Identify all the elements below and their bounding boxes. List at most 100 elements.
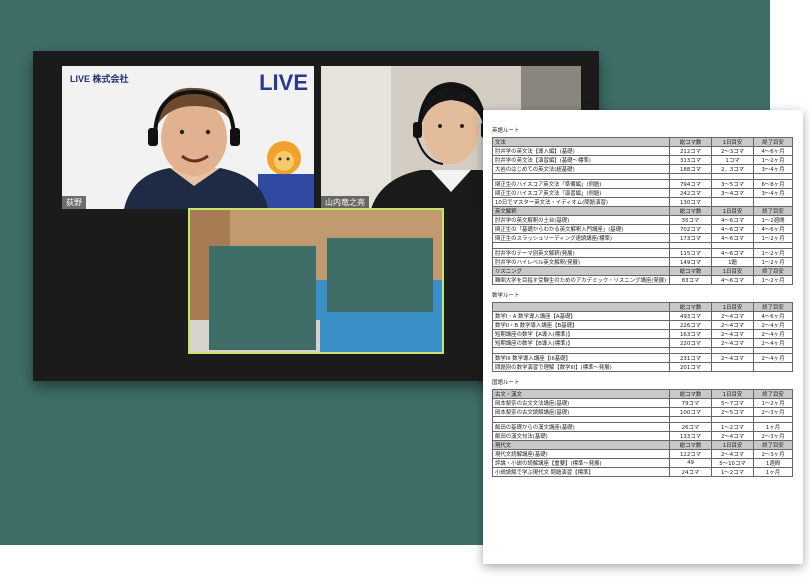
table-cell: 問題別の数学演習で理解【数学III】(標準〜発展)	[492, 362, 670, 372]
table-cell: 133コマ	[669, 431, 712, 441]
table-cell: 難関大学を目指す受験生のためのアカデミック・リスニング講座(発展)	[492, 275, 670, 285]
table-row: 数学I・A 数学導入講座【A基礎】 493コマ 2〜4コマ 4〜6ヶ月	[492, 311, 793, 321]
table-cell: 肘井学の英文解釈の土台(基礎)	[492, 215, 670, 225]
table-cell: 総コマ数	[669, 137, 712, 147]
table-cell: 関正生の「基礎からわかる英文解釈入門講座」(基礎)	[492, 224, 670, 234]
table-cell: 5〜7コマ	[711, 398, 754, 408]
table-cell: 総コマ数	[669, 266, 712, 276]
table-cell: 1日目安	[711, 440, 754, 450]
table-cell: 2〜4コマ	[711, 311, 754, 321]
table-cell: 1コマ	[711, 155, 754, 165]
table-cell	[753, 197, 793, 207]
table-cell: 1〜2ヶ月	[753, 233, 793, 243]
table-row: 10日でマスター英文法・イディオム(問題演習) 130コマ	[492, 197, 793, 207]
table-cell: 総コマ数	[669, 206, 712, 216]
table-cell: 1〜2ヶ月	[753, 257, 793, 267]
table-cell: 終了目安	[753, 137, 793, 147]
table-row: 数学III 数学導入講座【III基礎】 231コマ 2〜4コマ 2〜4ヶ月	[492, 353, 793, 363]
table-row: 関正生のハイスコア英文法「準備編」(例題) 794コマ 3〜5コマ 6〜8ヶ月	[492, 179, 793, 189]
table-cell: 3〜4ヶ月	[753, 164, 793, 174]
table-cell: 1週間	[753, 458, 793, 468]
route-table: 文法 総コマ数 1日目安 終了目安 肘井学の英文法【導入編】(基礎) 212コマ 2〜3コマ…	[492, 137, 793, 285]
table-cell: 226コマ	[669, 320, 712, 330]
table-cell: 1ヶ月	[753, 467, 793, 477]
table-cell: 201コマ	[669, 362, 712, 372]
table-cell: 数学I・A 数学導入講座【A基礎】	[492, 311, 670, 321]
table-cell: 83コマ	[669, 275, 712, 285]
table-cell: 1日目安	[711, 389, 754, 399]
table-cell: 1〜2ヶ月	[753, 275, 793, 285]
table-row: 大岩のはじめての英文法(超基礎) 188コマ 2、3コマ 3〜4ヶ月	[492, 164, 793, 174]
table-cell: 現代文	[492, 440, 670, 450]
table-cell: 4〜6コマ	[711, 215, 754, 225]
table-cell: 数学III 数学導入講座【III基礎】	[492, 353, 670, 363]
table-row: 短期講座の数学【B導入(標準)】 220コマ 2〜4コマ 2〜4ヶ月	[492, 338, 793, 348]
table-cell: 4〜6コマ	[711, 224, 754, 234]
table-cell: 4〜6コマ	[711, 233, 754, 243]
table-cell: 現代文読解講座(基礎)	[492, 449, 670, 459]
table-cell: 231コマ	[669, 353, 712, 363]
table-header-row: リスニング 総コマ数 1日目安 終了目安	[492, 266, 793, 276]
table-row: 岡本梨奈の古文文法講座(基礎) 79コマ 5〜7コマ 1〜2ヶ月	[492, 398, 793, 408]
route-table: 総コマ数 1日目安 終了目安 数学I・A 数学導入講座【A基礎】 493コマ 2〜4コマ 4…	[492, 302, 793, 372]
course-route-document: 英語ルート 文法 総コマ数 1日目安 終了目安 肘井学の英文法【導入編】(基礎) 212コ…	[483, 110, 803, 564]
table-cell: 2〜3ヶ月	[753, 449, 793, 459]
table-cell: 終了目安	[753, 266, 793, 276]
table-cell: 2〜4コマ	[711, 449, 754, 459]
table-cell	[711, 197, 754, 207]
table-cell	[753, 362, 793, 372]
table-row: 関正生の「基礎からわかる英文解釈入門講座」(基礎) 702コマ 4〜6コマ 4〜6ヶ月	[492, 224, 793, 234]
table-cell: 3〜5コマ	[711, 179, 754, 189]
table-cell: 10日でマスター英文法・イディオム(問題演習)	[492, 197, 670, 207]
censor-block-left	[209, 246, 316, 350]
table-cell: 100コマ	[669, 407, 712, 417]
table-cell: 1題	[711, 257, 754, 267]
table-row: 数学II・B 数学導入講座【B基礎】 226コマ 2〜4コマ 2〜4ヶ月	[492, 320, 793, 330]
table-cell: 493コマ	[669, 311, 712, 321]
table-cell	[492, 302, 670, 312]
censor-block-right	[327, 238, 433, 312]
table-header-row: 文法 総コマ数 1日目安 終了目安	[492, 137, 793, 147]
table-cell: 関正生のハイスコア英文法「準備編」(例題)	[492, 179, 670, 189]
table-row: 飯田の漢文句法(基礎) 133コマ 2〜4コマ 2〜3ヶ月	[492, 431, 793, 441]
table-row: 関正生のハイスコア英文法「演習編」(例題) 242コマ 3〜4コマ 3〜4ヶ月	[492, 188, 793, 198]
table-cell: 1日目安	[711, 206, 754, 216]
participant-name-tag: 荻野	[62, 196, 86, 209]
table-row: 肘井学の英文法【導入編】(基礎) 212コマ 2〜3コマ 4〜6ヶ月	[492, 146, 793, 156]
video-tile-host[interactable]: LIVE 株式会社 LIVE 荻野	[62, 66, 314, 209]
table-row: 問題別の数学演習で理解【数学III】(標準〜発展) 201コマ	[492, 362, 793, 372]
table-row: 難関大学を目指す受験生のためのアカデミック・リスニング講座(発展) 83コマ 4〜6…	[492, 275, 793, 285]
table-cell: 4〜6ヶ月	[753, 146, 793, 156]
table-cell: 終了目安	[753, 440, 793, 450]
table-cell: 短期講座の数学【B導入(標準)】	[492, 338, 670, 348]
table-cell: 173コマ	[669, 233, 712, 243]
table-cell: 4〜6ヶ月	[753, 224, 793, 234]
table-cell: 評論・小説の読解講座【重要】(標準〜発展)	[492, 458, 670, 468]
video-tile-third[interactable]	[188, 208, 444, 354]
table-cell: 関正生のスラッシュリーディング速読講座(標準)	[492, 233, 670, 243]
table-cell: 115コマ	[669, 248, 712, 258]
table-cell: 2〜4コマ	[711, 329, 754, 339]
table-cell: 4〜6コマ	[711, 275, 754, 285]
table-row: 飯田の基礎からの漢文講座(基礎) 26コマ 1〜2コマ 1ヶ月	[492, 422, 793, 432]
table-cell: 4〜6ヶ月	[753, 311, 793, 321]
table-cell: 肘井学のハイレベル英文解釈(発展)	[492, 257, 670, 267]
table-cell: 1日目安	[711, 266, 754, 276]
host-figure	[124, 87, 314, 209]
table-cell: 数学II・B 数学導入講座【B基礎】	[492, 320, 670, 330]
table-row: 小説読解で学ぶ現代文 問題演習【標準】 24コマ 1〜2コマ 1ヶ月	[492, 467, 793, 477]
table-cell: 終了目安	[753, 302, 793, 312]
table-cell: 4〜6コマ	[711, 248, 754, 258]
table-cell: 1〜2コマ	[711, 422, 754, 432]
table-cell: 2〜4ヶ月	[753, 320, 793, 330]
table-cell: 肘井学の英文法【導入編】(基礎)	[492, 146, 670, 156]
table-row: 短期講座の数学【A導入(標準)】 163コマ 2〜4コマ 2〜4ヶ月	[492, 329, 793, 339]
table-cell: 1日目安	[711, 137, 754, 147]
table-cell: 1〜2ヶ月	[753, 248, 793, 258]
table-cell: 24コマ	[669, 467, 712, 477]
table-cell: 総コマ数	[669, 389, 712, 399]
table-cell: 2〜3ヶ月	[753, 407, 793, 417]
table-cell: 188コマ	[669, 164, 712, 174]
table-cell: 英文解釈	[492, 206, 670, 216]
table-row: 肘井学の英文法【演習編】(基礎〜標準) 313コマ 1コマ 1〜2ヶ月	[492, 155, 793, 165]
